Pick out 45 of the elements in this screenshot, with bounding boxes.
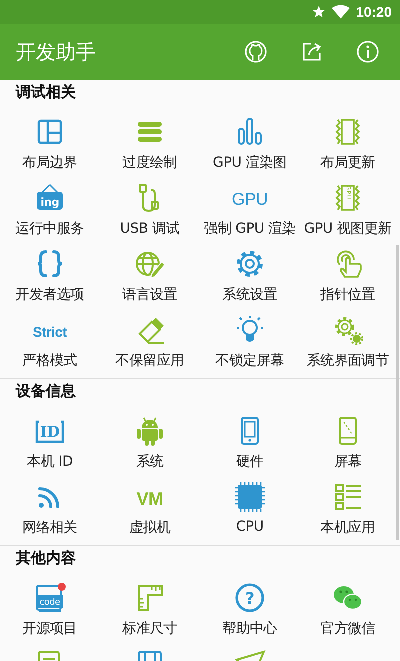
tool-button[interactable]: 指针位置	[300, 240, 396, 306]
tool-button[interactable]: 布局更新	[300, 108, 396, 174]
tool-button[interactable]: VM 虚拟机	[100, 473, 200, 539]
wordmark-icon: GPU	[234, 182, 266, 214]
tool-button[interactable]: GPU 渲染图	[200, 108, 300, 174]
tool-button[interactable]: CPU	[200, 473, 300, 539]
tool-button[interactable]: 标准尺寸	[100, 574, 200, 640]
info-icon	[356, 40, 380, 64]
chip-icon	[234, 481, 266, 513]
tool-button[interactable]: 开发者选项	[0, 240, 100, 306]
tool-button[interactable]: USB 调试	[100, 174, 200, 240]
clock-time: 10:20	[356, 4, 392, 20]
wordmark-icon: Strict	[34, 314, 66, 346]
tool-button[interactable]: 过度绘制	[100, 108, 200, 174]
section-title: 调试相关	[14, 82, 77, 103]
tool-button[interactable]: 不锁定屏幕	[200, 306, 300, 372]
section-title: 其他内容	[15, 548, 77, 569]
wordmark-icon: VM	[134, 481, 166, 513]
tool-button[interactable]: 系统设置	[200, 240, 300, 306]
star-icon	[312, 5, 326, 19]
tool-button[interactable]: 屏幕	[300, 407, 396, 473]
app-title: 开发助手	[16, 38, 97, 66]
tool-button[interactable]: 系统界面调节	[300, 306, 396, 372]
tool-button[interactable]: 本机应用	[300, 473, 396, 539]
tool-button[interactable]: 官方微信	[300, 574, 396, 640]
gear-icon	[234, 248, 266, 280]
tool-button[interactable]: 不保留应用	[100, 306, 200, 372]
tool-button[interactable]: code 开源项目	[0, 574, 100, 640]
tool-button[interactable]: 硬件	[200, 407, 300, 473]
share-icon	[300, 40, 324, 64]
tool-button[interactable]: ? 帮助中心	[200, 574, 300, 640]
tool-button[interactable]: GPU 强制 GPU 渲染	[200, 174, 300, 240]
wifi-signal-icon	[332, 5, 350, 19]
github-icon	[244, 40, 268, 64]
tool-button[interactable]: ID 本机 ID	[0, 407, 100, 473]
tool-button[interactable]: Strict 严格模式	[0, 306, 100, 372]
list-icon	[332, 481, 364, 513]
tool-button[interactable]: 语言设置	[100, 240, 200, 306]
help-icon: ?	[234, 582, 266, 614]
tool-button[interactable]: 布局边界	[0, 108, 100, 174]
tool-button[interactable]: ing 运行中服务	[0, 174, 100, 240]
tool-button[interactable]: 系统	[100, 407, 200, 473]
tool-button[interactable]: 网络相关	[0, 473, 100, 539]
section-title: 设备信息	[14, 381, 77, 402]
android-icon	[134, 415, 166, 447]
